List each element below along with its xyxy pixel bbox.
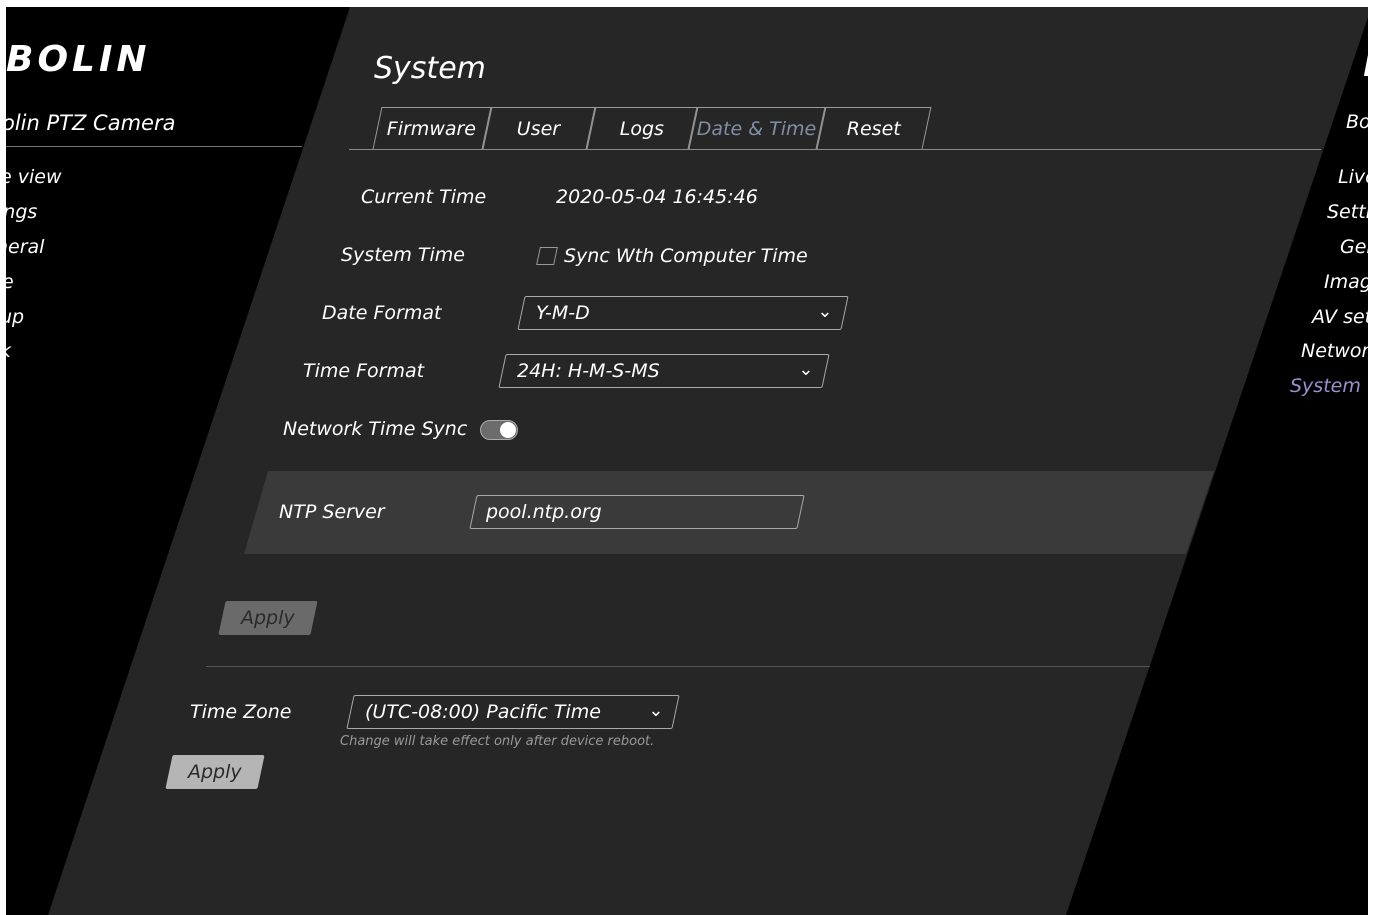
right-nav-general[interactable]: Ger: [1340, 236, 1368, 258]
tab-label: Reset: [846, 117, 901, 140]
right-nav-av-setup[interactable]: AV set: [1312, 306, 1368, 328]
time-format-label: Time Format: [303, 360, 425, 382]
time-zone-select[interactable]: (UTC-08:00) Pacific Time ⌄: [346, 695, 680, 729]
date-format-label: Date Format: [322, 302, 442, 324]
sidebar-item-av-setup[interactable]: up: [6, 306, 24, 328]
tab-reset[interactable]: Reset: [816, 107, 932, 149]
right-nav-settings[interactable]: Setti: [1327, 201, 1368, 223]
sync-computer-time-label: Sync Wth Computer Time: [564, 245, 808, 267]
tab-label: Date & Time: [697, 117, 817, 140]
network-time-sync-label: Network Time Sync: [283, 418, 468, 440]
ntp-server-input[interactable]: pool.ntp.org: [469, 495, 805, 529]
current-time-value: 2020-05-04 16:45:46: [556, 186, 758, 208]
tab-logs[interactable]: Logs: [586, 107, 698, 149]
section-divider: [206, 666, 1150, 667]
current-time-label: Current Time: [361, 186, 487, 208]
sidebar-item-network[interactable]: k: [6, 340, 11, 362]
sidebar-divider: [6, 146, 302, 147]
right-nav-network[interactable]: Networ: [1301, 340, 1368, 362]
network-time-sync-toggle[interactable]: [480, 420, 518, 440]
date-format-value: Y-M-D: [536, 302, 590, 324]
right-nav-image[interactable]: Imag: [1324, 271, 1368, 293]
brand-subtitle: olin PTZ Camera: [6, 111, 176, 135]
right-nav-live[interactable]: Live: [1338, 166, 1368, 188]
chevron-down-icon: ⌄: [798, 359, 814, 380]
tab-bar-line: [349, 149, 1321, 150]
chevron-down-icon: ⌄: [648, 700, 664, 721]
chevron-down-icon: ⌄: [817, 301, 833, 322]
system-time-label: System Time: [341, 244, 465, 266]
page-title: System: [374, 51, 486, 86]
sidebar-item-general[interactable]: heral: [6, 236, 44, 258]
apply-time-zone-button[interactable]: Apply: [165, 755, 265, 789]
apply-button-label: Apply: [241, 607, 295, 629]
date-format-select[interactable]: Y-M-D ⌄: [517, 296, 849, 330]
time-zone-note: Change will take effect only after devic…: [340, 734, 655, 749]
sidebar-item-image[interactable]: e: [6, 271, 14, 293]
tab-firmware[interactable]: Firmware: [372, 107, 492, 149]
ntp-server-label: NTP Server: [279, 501, 385, 523]
tab-label: User: [517, 117, 561, 140]
sidebar-item-live-view[interactable]: e view: [6, 166, 61, 188]
tab-label: Logs: [619, 117, 664, 140]
app-frame: BOLIN olin PTZ Camera e view ings heral …: [6, 7, 1368, 915]
tab-date-time[interactable]: Date & Time: [688, 107, 826, 149]
tab-user[interactable]: User: [482, 107, 596, 149]
toggle-knob: [500, 422, 516, 438]
brand-logo: BOLIN: [6, 39, 151, 80]
time-format-value: 24H: H-M-S-MS: [517, 360, 660, 382]
right-nav-system[interactable]: System: [1290, 375, 1361, 397]
sidebar-item-settings[interactable]: ings: [6, 201, 37, 223]
time-format-select[interactable]: 24H: H-M-S-MS ⌄: [498, 354, 830, 388]
brand-subtitle-right: Bo: [1346, 111, 1368, 133]
apply-button-label: Apply: [188, 761, 242, 783]
ntp-server-value: pool.ntp.org: [486, 501, 602, 523]
time-zone-label: Time Zone: [190, 701, 292, 723]
brand-logo-right: l: [1363, 49, 1368, 84]
time-zone-value: (UTC-08:00) Pacific Time: [365, 701, 601, 723]
sync-computer-time-checkbox[interactable]: [536, 247, 558, 265]
tab-label: Firmware: [387, 117, 477, 140]
apply-button[interactable]: Apply: [218, 601, 318, 635]
